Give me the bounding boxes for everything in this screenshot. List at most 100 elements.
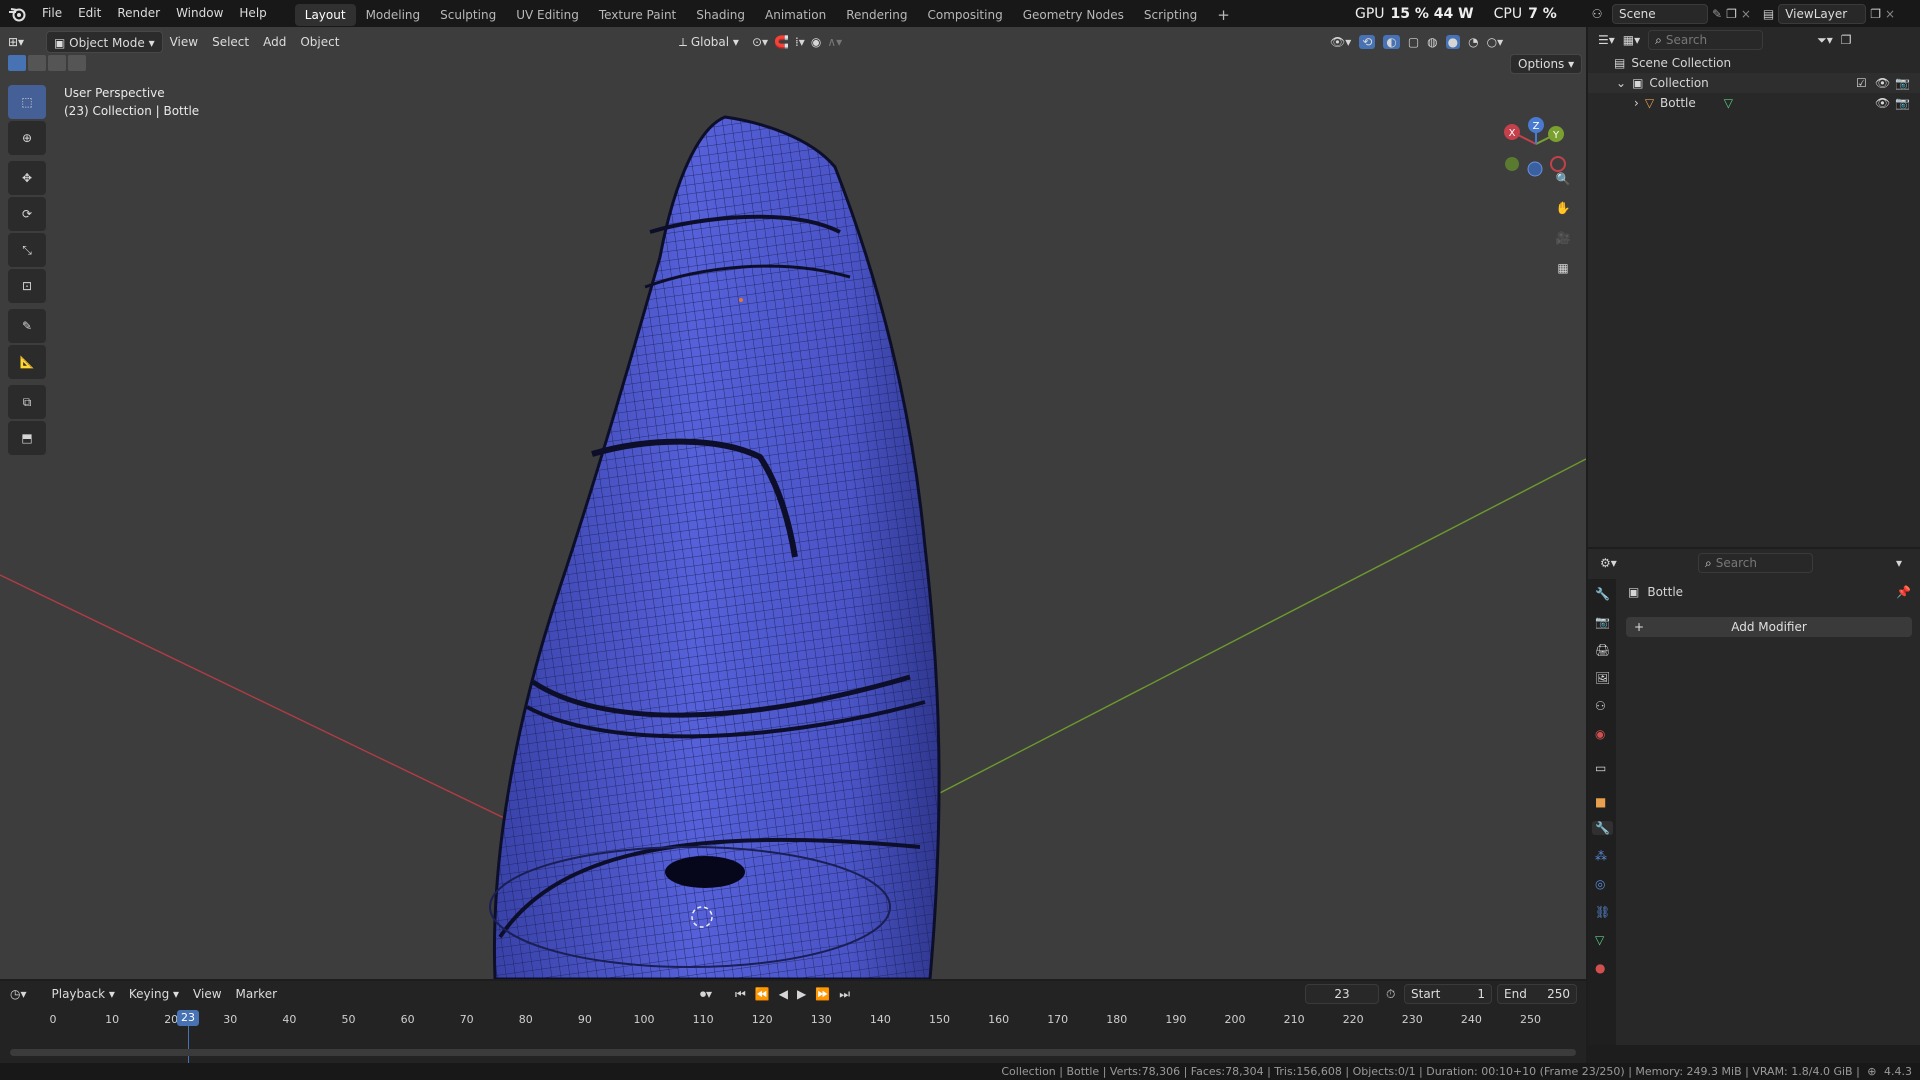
play-reverse-icon[interactable]: ◀ (779, 987, 788, 1001)
select-new-icon[interactable] (8, 55, 26, 71)
transform-orientation-dropdown[interactable]: ⟂ Global ▾ (672, 31, 746, 53)
snap-target-icon[interactable]: ⁞▾ (795, 35, 805, 49)
select-subtract-icon[interactable] (48, 55, 66, 71)
new-collection-icon[interactable]: ❐ (1841, 33, 1852, 47)
properties-editor-icon[interactable]: ⚙▾ (1600, 556, 1617, 570)
extrude-tool[interactable]: ⬒ (8, 421, 46, 455)
add-modifier-button[interactable]: + Add Modifier (1626, 617, 1912, 637)
scene-collection-row[interactable]: ▤ Scene Collection (1588, 53, 1920, 73)
bottle-render-icon[interactable]: 📷 (1895, 93, 1910, 113)
object-tab-icon[interactable]: ■ (1595, 795, 1606, 809)
cursor-tool[interactable]: ⊕ (8, 121, 46, 155)
falloff-icon[interactable]: ∧▾ (827, 35, 842, 49)
mesh-data-icon[interactable]: ▽ (1724, 93, 1733, 113)
timeline-ruler[interactable]: 0 10 20 30 40 50 60 70 80 90 100 110 120 130 140 150 160… (0, 1007, 1586, 1037)
world-tab-icon[interactable]: ◉ (1595, 727, 1605, 741)
scene-field[interactable]: Scene (1612, 3, 1708, 24)
new-scene-icon[interactable]: ❐ (1726, 7, 1737, 21)
properties-pin-icon[interactable]: 📌 (1896, 585, 1911, 599)
tab-sculpting[interactable]: Sculpting (430, 4, 506, 26)
menu-file[interactable]: File (34, 0, 70, 27)
tab-modeling[interactable]: Modeling (356, 4, 431, 26)
options-dropdown[interactable]: Options ▾ (1510, 54, 1583, 74)
bottle-mesh[interactable] (489, 115, 941, 979)
menu-edit[interactable]: Edit (70, 0, 109, 27)
bottle-object-row[interactable]: › ▽ Bottle ▽ 👁 📷 (1588, 93, 1920, 113)
tab-geometry-nodes[interactable]: Geometry Nodes (1013, 4, 1134, 26)
menu-help[interactable]: Help (231, 0, 274, 27)
solid-shading-icon[interactable]: ● (1445, 35, 1461, 49)
jump-start-icon[interactable]: ⏮ (735, 987, 746, 1002)
start-frame-field[interactable]: Start 1 (1404, 984, 1492, 1004)
select-invert-icon[interactable] (68, 55, 86, 71)
delete-scene-icon[interactable]: × (1741, 7, 1751, 21)
menu-keying[interactable]: Keying ▾ (122, 983, 186, 1005)
collection-expand-icon[interactable]: ⌄ (1616, 73, 1626, 93)
tab-scripting[interactable]: Scripting (1134, 4, 1207, 26)
move-tool[interactable]: ✥ (8, 161, 46, 195)
visibility-icon[interactable]: 👁▾ (1330, 35, 1351, 49)
properties-search-input[interactable]: ⌕ Search (1698, 553, 1813, 573)
material-shading-icon[interactable]: ◔ (1468, 35, 1478, 49)
proportional-edit-icon[interactable]: ◉ (811, 35, 821, 49)
tab-shading[interactable]: Shading (686, 4, 755, 26)
zoom-icon[interactable]: 🔍 (1549, 165, 1577, 193)
rotate-tool[interactable]: ⟳ (8, 197, 46, 231)
outliner-editor-icon[interactable]: ☰▾ (1598, 33, 1615, 47)
tab-compositing[interactable]: Compositing (917, 4, 1012, 26)
physics-tab-icon[interactable]: ◎ (1595, 877, 1605, 891)
menu-object[interactable]: Object (293, 31, 346, 53)
filter-icon[interactable]: ⏷▾ (1817, 33, 1833, 48)
tab-rendering[interactable]: Rendering (836, 4, 917, 26)
collection-render-icon[interactable]: 📷 (1895, 73, 1910, 93)
end-frame-field[interactable]: End 250 (1497, 984, 1577, 1004)
modifier-tab-icon[interactable]: 🔧 (1592, 821, 1613, 835)
menu-add[interactable]: Add (256, 31, 293, 53)
overlay-toggle-icon[interactable]: ◐ (1383, 35, 1400, 49)
editor-type-icon[interactable]: ⊞▾ (8, 35, 36, 49)
gizmo-toggle-icon[interactable]: ⟲ (1359, 35, 1376, 49)
tool-tab-icon[interactable]: 🔧 (1595, 587, 1610, 601)
outliner-search-input[interactable]: ⌕ Search (1648, 30, 1764, 50)
menu-marker[interactable]: Marker (229, 983, 284, 1005)
tab-layout[interactable]: Layout (294, 3, 356, 26)
output-tab-icon[interactable]: 🖨 (1595, 643, 1610, 657)
constraints-tab-icon[interactable]: ⛓ (1595, 905, 1610, 919)
snap-icon[interactable]: 🧲 (774, 35, 789, 49)
clock-icon[interactable]: ⏱ (1386, 987, 1395, 1002)
pivot-icon[interactable]: ⊙▾ (752, 35, 768, 49)
camera-view-icon[interactable]: 🎥 (1549, 224, 1577, 252)
tab-animation[interactable]: Animation (755, 4, 836, 26)
collection-row[interactable]: ⌄ ▣ Collection ☑ 👁 📷 (1588, 73, 1920, 93)
data-tab-icon[interactable]: ▽ (1595, 933, 1604, 947)
current-frame-field[interactable]: 23 (1305, 984, 1379, 1004)
3d-viewport[interactable]: ⊞▾ ▣ Object Mode ▾ View Select Add Objec… (0, 27, 1586, 979)
pan-hand-icon[interactable]: ✋ (1549, 194, 1577, 222)
select-extend-icon[interactable] (28, 55, 46, 71)
annotate-tool[interactable]: ✎ (8, 309, 46, 343)
gizmo-neg-z[interactable] (1527, 161, 1543, 177)
mode-dropdown[interactable]: ▣ Object Mode ▾ (46, 31, 163, 53)
scale-tool[interactable]: ⤡ (8, 233, 46, 267)
bottle-visibility-icon[interactable]: 👁 (1875, 93, 1890, 113)
view-layer-tab-icon[interactable]: 🖼 (1595, 671, 1610, 685)
menu-select[interactable]: Select (205, 31, 256, 53)
blender-logo-icon[interactable] (0, 0, 34, 27)
display-mode-icon[interactable]: ▦▾ (1623, 33, 1640, 47)
auto-keying-icon[interactable]: ⏺▾ (700, 987, 712, 1002)
add-cube-tool[interactable]: ⧉ (8, 385, 46, 419)
ortho-grid-icon[interactable]: ▦ (1549, 254, 1577, 282)
tab-uv-editing[interactable]: UV Editing (506, 4, 589, 26)
menu-render[interactable]: Render (109, 0, 168, 27)
delete-view-layer-icon[interactable]: × (1885, 7, 1895, 21)
object-expand-icon[interactable]: › (1634, 93, 1639, 113)
pin-icon[interactable]: ✎ (1712, 7, 1722, 21)
material-tab-icon[interactable]: ● (1595, 961, 1605, 975)
collection-exclude-checkbox[interactable]: ☑ (1856, 73, 1867, 93)
menu-window[interactable]: Window (168, 0, 231, 27)
timeline-scrollbar[interactable] (10, 1049, 1576, 1056)
play-icon[interactable]: ▶ (797, 987, 806, 1001)
jump-end-icon[interactable]: ⏭ (839, 987, 850, 1002)
timeline-editor-icon[interactable]: ◷▾ (10, 987, 27, 1001)
next-keyframe-icon[interactable]: ⏩ (815, 987, 830, 1001)
